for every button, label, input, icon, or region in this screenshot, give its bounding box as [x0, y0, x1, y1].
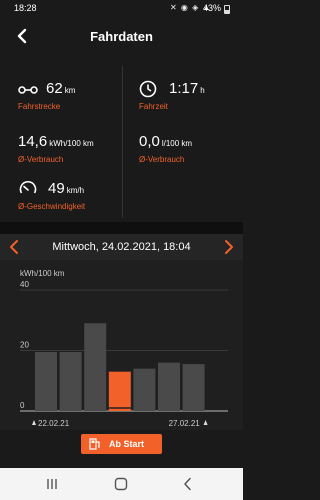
- chart-bar-2: [84, 323, 107, 411]
- stat-duration-unit: h: [200, 86, 205, 95]
- next-trip-arrow-icon[interactable]: [219, 238, 237, 256]
- chart-bar-5: [158, 362, 180, 411]
- chart-x-label-start: 22.02.21: [38, 419, 70, 428]
- chart-bar-3: [108, 371, 131, 411]
- stat-avg-speed: 49 km/h Ø-Geschwindigkeit: [18, 180, 122, 214]
- stat-distance-label: Fahrstrecke: [18, 102, 61, 111]
- clock-icon: [139, 80, 157, 98]
- chart-bar-0: [35, 352, 57, 411]
- stat-distance-value: 62: [46, 80, 63, 97]
- fuel-pump-icon: [89, 438, 100, 450]
- date-navigation: Mittwoch, 24.02.2021, 18:04: [0, 234, 243, 260]
- battery-percent: 43%: [203, 3, 222, 13]
- ab-start-button[interactable]: Ab Start: [81, 434, 162, 454]
- chart-y-tick-20: 20: [20, 341, 29, 350]
- stat-duration: 1:17 h Fahrzeit: [139, 80, 239, 114]
- chart-bar-4: [133, 368, 156, 411]
- stat-speed-unit: km/h: [66, 186, 85, 195]
- stat-energy-value: 14,6: [18, 133, 48, 150]
- status-time: 18:28: [14, 3, 37, 13]
- stat-duration-value: 1:17: [169, 80, 199, 97]
- system-back-icon[interactable]: [180, 476, 196, 492]
- stat-speed-value: 49: [48, 180, 65, 197]
- stat-distance: 62 km Fahrstrecke: [18, 80, 118, 114]
- chart-x-label-end: 27.02.21: [169, 419, 201, 428]
- section-separator: [0, 222, 243, 234]
- chart-x-start-marker: [32, 420, 36, 425]
- page-title: Fahrdaten: [90, 29, 153, 44]
- stat-fuel-consumption: 0,0 l/100 km Ø-Verbrauch: [139, 133, 239, 167]
- chart-y-axis-label: kWh/100 km: [20, 269, 65, 278]
- chart-x-end-marker: [203, 420, 208, 425]
- stat-speed-label: Ø-Geschwindigkeit: [18, 202, 86, 211]
- home-icon[interactable]: [113, 476, 129, 492]
- battery-icon: [224, 5, 230, 14]
- stat-energy-label: Ø-Verbrauch: [18, 155, 64, 164]
- recent-apps-icon[interactable]: [44, 476, 60, 492]
- stat-fuel-label: Ø-Verbrauch: [139, 155, 185, 164]
- speedometer-icon: [19, 180, 37, 194]
- app-header: Fahrdaten: [0, 20, 243, 54]
- status-bar: 18:28 ✕ ◉ ◈ ▲ 43%: [0, 0, 243, 18]
- stat-energy-unit: kWh/100 km: [49, 139, 94, 148]
- stat-fuel-unit: l/100 km: [161, 139, 193, 148]
- stat-energy-consumption: 14,6 kWh/100 km Ø-Verbrauch: [18, 133, 120, 167]
- ab-start-label: Ab Start: [109, 439, 145, 449]
- consumption-chart-svg: kWh/100 km 0 20 40 22.02.21 27.02.21: [20, 269, 228, 428]
- chart-y-tick-40: 40: [20, 280, 29, 289]
- system-navigation-bar: [0, 468, 243, 500]
- stat-distance-unit: km: [64, 86, 76, 95]
- consumption-chart: kWh/100 km 0 20 40 22.02.21 27.02.21: [0, 260, 243, 430]
- stat-fuel-value: 0,0: [139, 133, 160, 150]
- trip-date-label: Mittwoch, 24.02.2021, 18:04: [52, 241, 191, 253]
- chart-y-tick-0: 0: [20, 401, 25, 410]
- chart-bar-6: [182, 364, 205, 411]
- stats-divider: [122, 66, 123, 218]
- route-icon: [18, 86, 38, 94]
- chart-bar-1: [59, 352, 82, 411]
- stat-duration-label: Fahrzeit: [139, 102, 168, 111]
